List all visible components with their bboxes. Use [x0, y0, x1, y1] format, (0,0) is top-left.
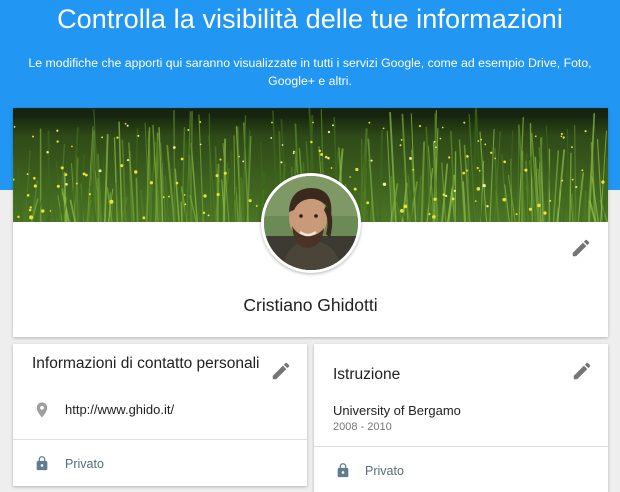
divider: [13, 439, 307, 440]
pencil-icon: [572, 239, 590, 257]
card-title: Informazioni di contatto personali: [32, 355, 260, 372]
school-years: 2008 - 2010: [333, 421, 392, 433]
profile-card: Cristiano Ghidotti: [13, 108, 608, 337]
avatar[interactable]: [261, 173, 361, 273]
contact-info-card: Informazioni di contatto personali http:…: [13, 344, 307, 486]
lock-icon: [337, 463, 349, 478]
pencil-icon: [573, 362, 591, 380]
education-card: Istruzione University of Bergamo 2008 - …: [314, 344, 608, 492]
edit-profile-button[interactable]: [570, 237, 592, 259]
school-name: University of Bergamo: [333, 403, 461, 418]
edit-contact-button[interactable]: [270, 360, 292, 382]
pencil-icon: [272, 362, 290, 380]
divider: [314, 446, 608, 447]
privacy-setting[interactable]: Privato: [65, 457, 104, 471]
profile-name: Cristiano Ghidotti: [243, 295, 378, 315]
location-pin-icon: [36, 402, 48, 418]
website-link[interactable]: http://www.ghido.it/: [65, 402, 174, 417]
lock-icon: [36, 456, 48, 471]
edit-education-button[interactable]: [571, 360, 593, 382]
page-title: Controlla la visibilità delle tue inform…: [57, 4, 563, 34]
privacy-setting[interactable]: Privato: [365, 464, 404, 478]
card-title: Istruzione: [333, 366, 401, 383]
page-description: Le modifiche che apporti qui saranno vis…: [28, 56, 592, 88]
